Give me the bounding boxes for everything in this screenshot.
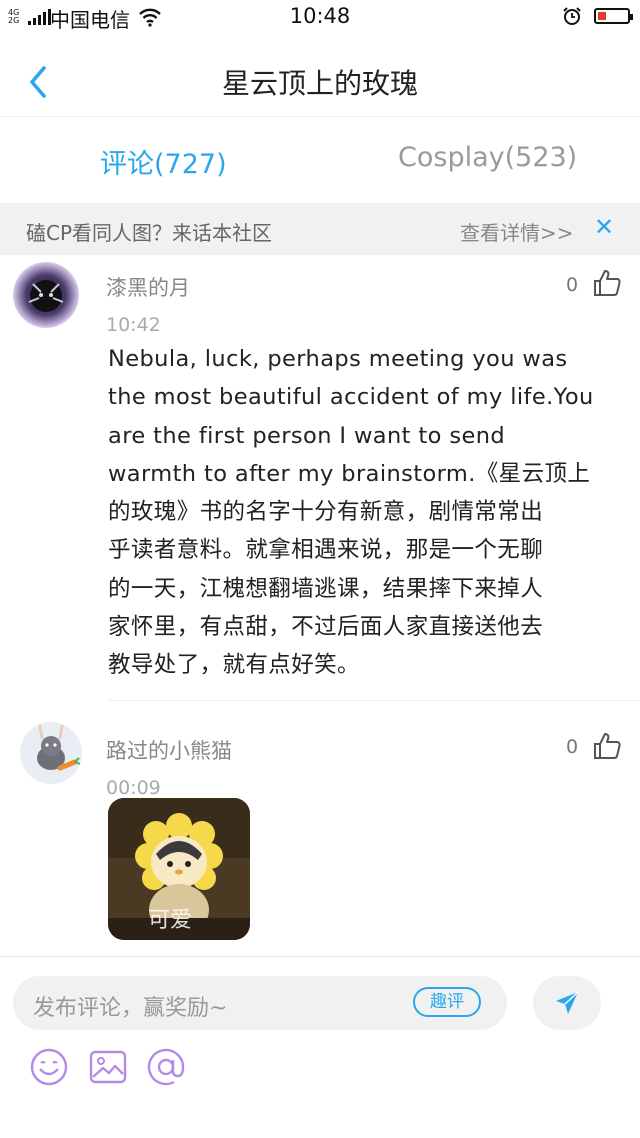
alarm-icon	[563, 7, 581, 25]
status-time: 10:48	[289, 4, 351, 28]
comment-input[interactable]: 发布评论，赢奖励~ 趣评	[13, 976, 507, 1030]
comment-line: 乎读者意料。就拿相遇来说，那是一个无聊	[108, 537, 544, 564]
mention-icon[interactable]	[145, 1046, 187, 1088]
battery-icon	[594, 8, 633, 24]
send-icon	[556, 991, 579, 1014]
close-icon[interactable]: ✕	[594, 213, 614, 241]
comment-line: are the first person I want to send	[108, 422, 506, 449]
thumbs-up-icon[interactable]	[592, 731, 622, 761]
image-icon[interactable]	[87, 1046, 129, 1088]
tab-cosplay[interactable]: Cosplay(523)	[398, 142, 577, 173]
comment-time: 10:42	[106, 314, 161, 336]
comment-line: 教导处了，就有点好笑。	[108, 652, 360, 679]
comment-username[interactable]: 路过的小熊猫	[106, 735, 232, 765]
status-bar: 4G 2G 中国电信 10:48	[0, 0, 640, 34]
send-button[interactable]	[533, 976, 601, 1030]
page-title: 星云顶上的玫瑰	[221, 67, 418, 100]
comment-time: 00:09	[106, 777, 161, 799]
like-count: 0	[566, 736, 579, 758]
comment-username[interactable]: 漆黑的月	[106, 272, 190, 302]
emoji-icon[interactable]	[28, 1046, 70, 1088]
banner-text: 磕CP看同人图？来话本社区	[26, 221, 273, 245]
like-count: 0	[566, 274, 579, 296]
banner-details-link[interactable]: 查看详情>>	[460, 217, 574, 246]
header-divider	[0, 116, 640, 117]
comment-input-placeholder: 发布评论，赢奖励~	[33, 996, 228, 1021]
comment-line: warmth to after my brainstorm.《星云顶上	[108, 460, 591, 487]
comment-line: 家怀里，有点甜，不过后面人家直接送他去	[108, 614, 544, 641]
comment-line: the most beautiful accident of my life.Y…	[108, 384, 594, 411]
sticker-caption: 可爱	[148, 908, 193, 933]
avatar[interactable]	[20, 722, 82, 784]
sticker-image[interactable]: 可爱	[108, 798, 250, 940]
comment-divider	[108, 700, 640, 701]
comment-line: 的玫瑰》书的名字十分有新意，剧情常常出	[108, 499, 544, 526]
avatar[interactable]	[13, 262, 79, 328]
comment-line: Nebula, luck, perhaps meeting you was	[108, 346, 568, 372]
composer-divider	[0, 956, 640, 957]
thumbs-up-icon[interactable]	[592, 268, 622, 298]
comment-line: 的一天，江槐想翻墙逃课，结果摔下来掉人	[108, 575, 544, 602]
promo-banner: 磕CP看同人图？来话本社区 查看详情>> ✕	[0, 203, 640, 255]
quping-button[interactable]: 趣评	[413, 987, 481, 1017]
tab-comments[interactable]: 评论(727)	[100, 142, 227, 181]
comment-body: Nebula, luck, perhaps meeting you was th…	[108, 340, 620, 685]
